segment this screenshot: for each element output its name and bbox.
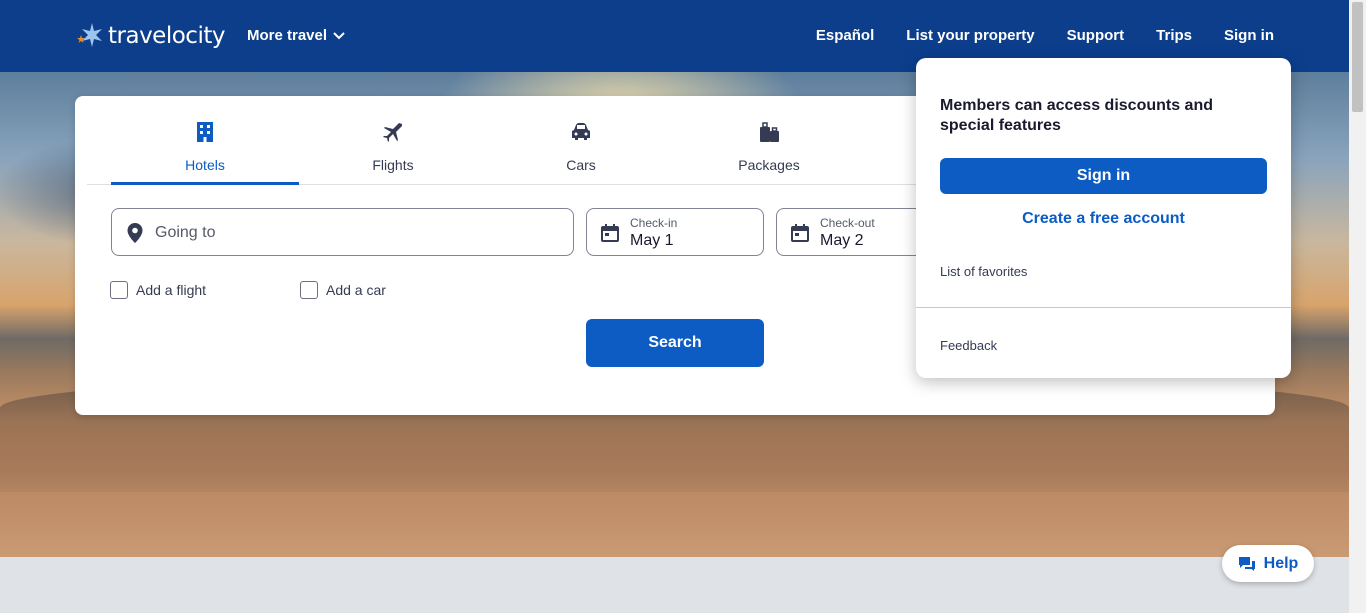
calendar-icon: [601, 224, 619, 242]
more-travel-menu[interactable]: More travel: [247, 27, 345, 44]
add-flight-box[interactable]: [110, 281, 128, 299]
scrollbar-thumb[interactable]: [1352, 2, 1363, 112]
add-car-label: Add a car: [326, 282, 386, 298]
travelocity-logo[interactable]: travelocity: [74, 20, 225, 52]
car-icon: [572, 123, 590, 140]
tab-hotels-label: Hotels: [185, 157, 225, 173]
tab-hotels[interactable]: Hotels: [111, 96, 299, 185]
going-to-input[interactable]: Going to: [111, 208, 574, 256]
create-account-link[interactable]: Create a free account: [940, 210, 1267, 228]
checkin-value: May 1: [630, 232, 674, 249]
help-label: Help: [1263, 554, 1299, 572]
add-flight-label: Add a flight: [136, 282, 207, 298]
feedback-link[interactable]: Feedback: [940, 338, 997, 353]
checkout-value: May 2: [820, 232, 864, 249]
search-button[interactable]: Search: [586, 319, 764, 367]
luggage-icon: [760, 122, 779, 142]
chevron-down-icon: [333, 31, 345, 39]
add-car-checkbox[interactable]: Add a car: [300, 281, 386, 299]
nav-sign-in[interactable]: Sign in: [1224, 27, 1274, 44]
checkin-label: Check-in: [630, 216, 678, 230]
checkin-field[interactable]: Check-in May 1: [586, 208, 764, 256]
tab-cars-label: Cars: [566, 157, 596, 173]
help-button[interactable]: Help: [1222, 545, 1314, 582]
calendar-icon: [791, 224, 809, 242]
tab-packages-label: Packages: [738, 157, 800, 173]
nav-list-property[interactable]: List your property: [906, 27, 1034, 44]
add-flight-checkbox[interactable]: Add a flight: [110, 281, 206, 299]
chat-bubble-icon: [1238, 556, 1255, 571]
add-car-box[interactable]: [300, 281, 318, 299]
location-pin-icon: [127, 223, 143, 243]
airplane-icon: [383, 123, 402, 142]
favorites-link[interactable]: List of favorites: [940, 264, 1027, 279]
tab-flights-label: Flights: [372, 157, 414, 173]
page-scrollbar[interactable]: [1349, 0, 1366, 613]
tab-packages[interactable]: Packages: [675, 96, 863, 184]
dropdown-divider: [916, 307, 1291, 308]
nav-espanol[interactable]: Español: [816, 27, 874, 44]
account-dropdown: Members can access discounts and special…: [916, 58, 1291, 378]
nav-trips[interactable]: Trips: [1156, 27, 1192, 44]
building-icon: [197, 122, 213, 142]
page-background-strip: [0, 557, 1349, 613]
checkout-label: Check-out: [820, 216, 875, 230]
logo-star-icon: [77, 23, 102, 47]
tab-cars[interactable]: Cars: [487, 96, 675, 184]
logo-text: travelocity: [108, 23, 225, 49]
more-travel-label: More travel: [247, 27, 328, 44]
dropdown-sign-in-button[interactable]: Sign in: [940, 158, 1267, 194]
nav-support[interactable]: Support: [1067, 27, 1125, 44]
tab-flights[interactable]: Flights: [299, 96, 487, 184]
header-nav: Español List your property Support Trips…: [816, 27, 1274, 44]
dropdown-title: Members can access discounts and special…: [940, 97, 1213, 134]
going-to-placeholder: Going to: [155, 224, 216, 241]
